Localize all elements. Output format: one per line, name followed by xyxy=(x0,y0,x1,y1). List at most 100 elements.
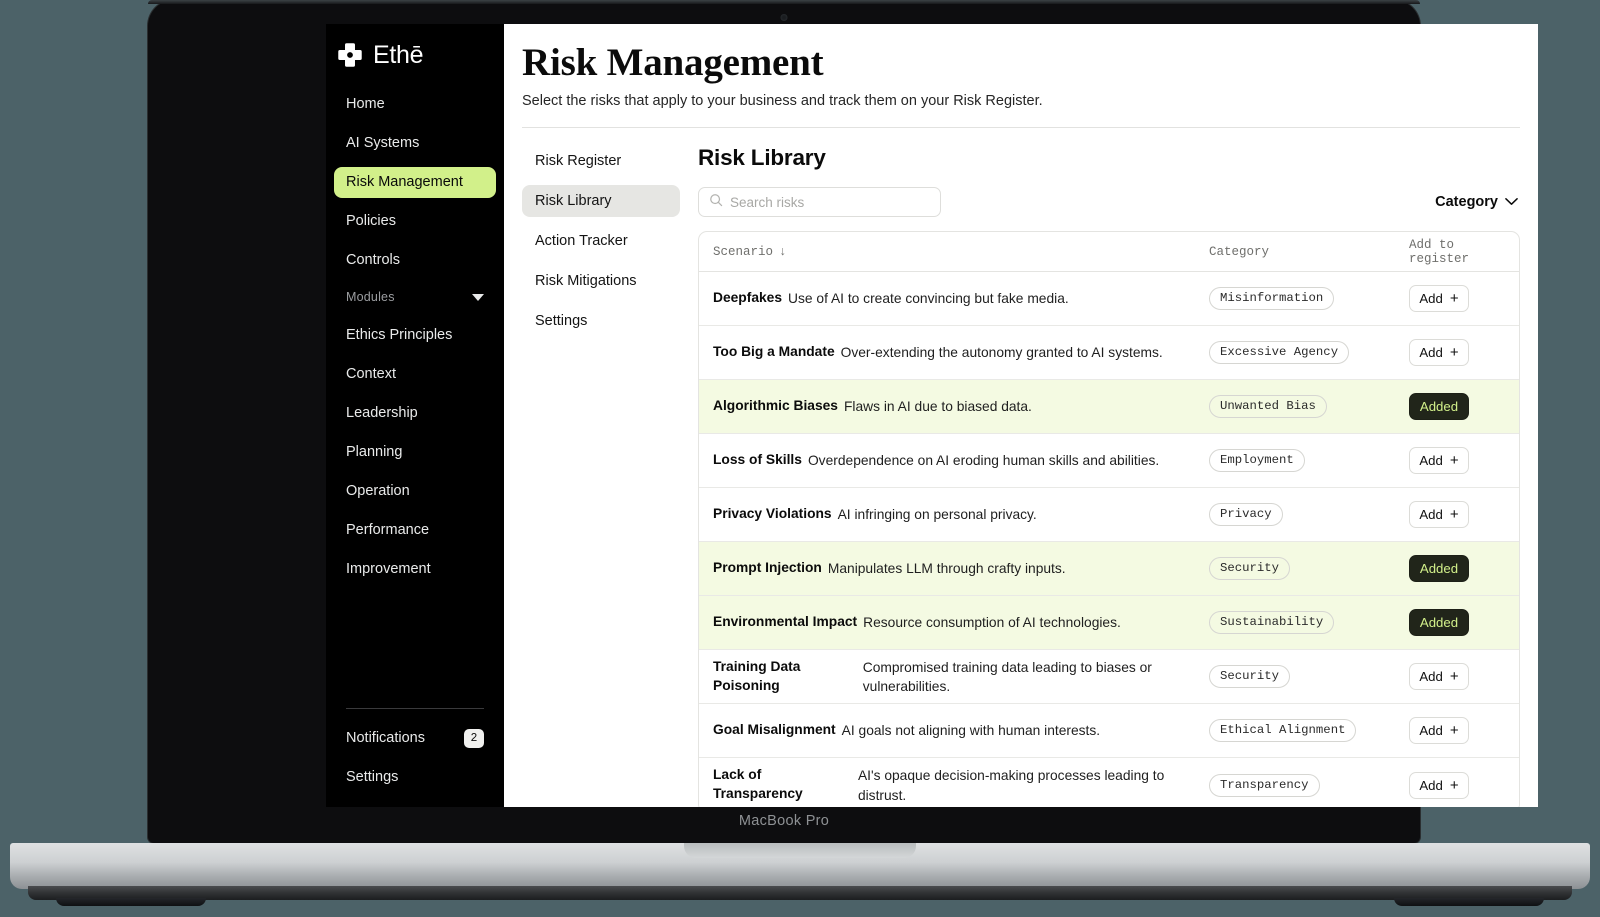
subnav-item-risk-mitigations[interactable]: Risk Mitigations xyxy=(522,265,680,297)
sidebar-footer: Notifications 2 Settings xyxy=(326,708,504,801)
sidebar-item-planning[interactable]: Planning xyxy=(334,437,496,468)
sidebar-item-context[interactable]: Context xyxy=(334,359,496,390)
scenario-title: Training Data Poisoning xyxy=(713,658,801,693)
cell-scenario: Deepfakes Use of AI to create convincing … xyxy=(713,288,1209,308)
add-button[interactable]: Add + xyxy=(1409,501,1469,529)
scenario-description: AI infringing on personal privacy. xyxy=(837,507,1037,523)
cell-add-to-register: Add + xyxy=(1409,771,1505,799)
laptop-base-notch xyxy=(684,843,916,858)
brand-logo[interactable]: Ethē xyxy=(326,24,504,69)
add-button[interactable]: Add + xyxy=(1409,663,1469,691)
page-subtitle: Select the risks that apply to your busi… xyxy=(522,93,1043,110)
cell-scenario: Environmental Impact Resource consumption… xyxy=(713,612,1209,632)
scenario-title: Privacy Violations xyxy=(713,506,832,522)
plus-icon: + xyxy=(1449,776,1459,794)
scenario-title: Lack of Transparency xyxy=(713,767,803,802)
plus-icon: + xyxy=(1449,506,1459,524)
plus-icon: + xyxy=(1449,344,1459,362)
brand-name: Ethē xyxy=(373,40,424,69)
cell-category: Excessive Agency xyxy=(1209,341,1409,365)
cell-scenario: Loss of Skills Overdependence on AI erodi… xyxy=(713,450,1209,470)
device-label: MacBook Pro xyxy=(738,813,830,829)
scenario-description: Manipulates LLM through crafty inputs. xyxy=(827,561,1066,577)
column-header-scenario[interactable]: Scenario ↓ xyxy=(713,245,1209,259)
table-header-row: Scenario ↓ Category Add to register xyxy=(699,232,1519,273)
screen: Ethē Home AI Systems Risk Management Pol… xyxy=(326,24,1538,807)
screenshot-scene: MacBook Pro Ethē Home AI Systems Risk Ma… xyxy=(0,0,1600,917)
scenario-title: Algorithmic Biases xyxy=(713,398,838,414)
subnav-item-risk-library[interactable]: Risk Library xyxy=(522,185,680,218)
category-pill: Employment xyxy=(1209,449,1305,473)
sidebar-item-risk-management[interactable]: Risk Management xyxy=(334,167,496,198)
table-row[interactable]: Training Data Poisoning Compromised train… xyxy=(699,650,1519,705)
scenario-description: AI goals not aligning with human interes… xyxy=(841,723,1101,739)
added-button[interactable]: Added xyxy=(1409,393,1469,421)
search-input[interactable] xyxy=(730,194,930,210)
sidebar-item-controls[interactable]: Controls xyxy=(334,245,496,276)
add-button[interactable]: Add + xyxy=(1409,771,1469,799)
add-button-label: Add xyxy=(1419,507,1443,523)
cell-scenario: Algorithmic Biases Flaws in AI due to bia… xyxy=(713,396,1209,416)
sidebar-group-label: Modules xyxy=(346,290,395,304)
category-pill: Ethical Alignment xyxy=(1209,719,1357,743)
added-button[interactable]: Added xyxy=(1409,555,1469,583)
sidebar-item-performance[interactable]: Performance xyxy=(334,515,496,546)
laptop-foot-left xyxy=(56,898,206,906)
add-button[interactable]: Add + xyxy=(1409,717,1469,745)
sidebar-item-ai-systems[interactable]: AI Systems xyxy=(334,128,496,159)
subnav-item-action-tracker[interactable]: Action Tracker xyxy=(522,225,680,257)
lid-top-edge xyxy=(148,0,1420,4)
added-button[interactable]: Added xyxy=(1409,609,1469,637)
table-row[interactable]: Privacy Violations AI infringing on perso… xyxy=(699,488,1519,543)
sidebar-group-modules[interactable]: Modules xyxy=(334,284,496,310)
sidebar-item-policies[interactable]: Policies xyxy=(334,206,496,237)
plus-icon: + xyxy=(1449,722,1459,740)
table-row[interactable]: Algorithmic Biases Flaws in AI due to bia… xyxy=(699,380,1519,435)
plus-icon: + xyxy=(1449,668,1459,686)
table-row[interactable]: Goal Misalignment AI goals not aligning w… xyxy=(699,704,1519,759)
cell-scenario: Prompt Injection Manipulates LLM through … xyxy=(713,558,1209,578)
toolbar: Category xyxy=(698,187,1520,218)
subnav-item-risk-register[interactable]: Risk Register xyxy=(522,145,680,177)
search-box[interactable] xyxy=(698,187,941,218)
settings-label: Settings xyxy=(346,769,399,785)
add-button[interactable]: Add + xyxy=(1409,447,1469,475)
subnav-item-settings[interactable]: Settings xyxy=(522,305,680,337)
category-pill: Privacy xyxy=(1209,503,1283,527)
table-row[interactable]: Lack of Transparency AI's opaque decision… xyxy=(699,758,1519,807)
sidebar-item-notifications[interactable]: Notifications 2 xyxy=(334,723,496,753)
sidebar-item-improvement[interactable]: Improvement xyxy=(334,554,496,585)
plus-icon: + xyxy=(1449,290,1459,308)
sidebar-item-settings[interactable]: Settings xyxy=(334,762,496,792)
add-button[interactable]: Add + xyxy=(1409,285,1469,313)
scenario-description: Overdependence on AI eroding human skill… xyxy=(807,453,1160,469)
table-row[interactable]: Deepfakes Use of AI to create convincing … xyxy=(699,272,1519,327)
laptop-base-underside xyxy=(28,886,1572,900)
plus-icon: + xyxy=(1449,452,1459,470)
sidebar-item-home[interactable]: Home xyxy=(334,89,496,120)
chevron-down-icon xyxy=(1505,194,1518,210)
cell-add-to-register: Add + xyxy=(1409,447,1505,475)
sidebar-item-leadership[interactable]: Leadership xyxy=(334,398,496,429)
primary-nav: Home AI Systems Risk Management Policies… xyxy=(326,89,504,585)
cell-add-to-register: Add + xyxy=(1409,501,1505,529)
chevron-down-icon xyxy=(472,293,484,301)
sidebar-item-operation[interactable]: Operation xyxy=(334,476,496,507)
cell-add-to-register: Add + xyxy=(1409,663,1505,691)
section-subnav: Risk Register Risk Library Action Tracke… xyxy=(522,145,680,807)
scenario-description: Over-extending the autonomy granted to A… xyxy=(840,345,1163,361)
add-button[interactable]: Add + xyxy=(1409,339,1469,367)
cell-scenario: Lack of Transparency AI's opaque decision… xyxy=(713,765,1209,805)
cell-category: Sustainability xyxy=(1209,611,1409,635)
laptop-base xyxy=(10,843,1590,889)
cell-scenario: Privacy Violations AI infringing on perso… xyxy=(713,504,1209,524)
sidebar-item-ethics-principles[interactable]: Ethics Principles xyxy=(334,320,496,351)
table-row[interactable]: Loss of Skills Overdependence on AI erodi… xyxy=(699,434,1519,489)
cell-add-to-register: Add + xyxy=(1409,717,1505,745)
add-button-label: Add xyxy=(1419,291,1443,307)
table-row[interactable]: Too Big a Mandate Over-extending the auto… xyxy=(699,326,1519,381)
category-filter-dropdown[interactable]: Category xyxy=(1435,194,1520,210)
webcam-icon xyxy=(780,14,788,21)
table-row[interactable]: Environmental Impact Resource consumption… xyxy=(699,596,1519,651)
table-row[interactable]: Prompt Injection Manipulates LLM through … xyxy=(699,542,1519,597)
